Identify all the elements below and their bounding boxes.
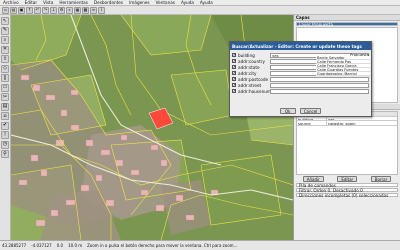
- field-checkbox[interactable]: ✔: [232, 59, 236, 63]
- ok-button[interactable]: Ok: [279, 108, 296, 114]
- layers-icon[interactable]: ≡: [90, 6, 97, 14]
- preferences-icon[interactable]: ⚙: [58, 6, 65, 14]
- imagery-icon[interactable]: ▩: [82, 6, 89, 14]
- delete-tag-button[interactable]: Borrar: [370, 176, 392, 182]
- menu-help-2[interactable]: Ayuda: [200, 0, 213, 5]
- upload-icon[interactable]: ↑: [26, 6, 33, 14]
- zoom-tool-icon[interactable]: ⌕: [1, 36, 9, 44]
- field-label: addr:city: [238, 70, 257, 76]
- cancel-button[interactable]: Cancel: [299, 108, 322, 114]
- incomplete-addresses-item[interactable]: Direcciones incompletas (0) seleccionada…: [296, 193, 398, 198]
- field-checkbox[interactable]: ✔: [232, 65, 236, 69]
- search-icon[interactable]: ⌕: [66, 6, 73, 14]
- field-label: addr:housenumber: [238, 88, 270, 94]
- edit-tags-dialog: Buscar/Actualizar - Editor: Create or up…: [229, 41, 372, 117]
- tag-value: catastro_spain: [328, 121, 356, 125]
- filter-tool-icon[interactable]: ⚲: [1, 150, 9, 158]
- menu-imagery[interactable]: Imágenes: [129, 0, 150, 5]
- latitude-readout: 43.2885277: [2, 243, 27, 248]
- menu-view[interactable]: Vista: [43, 0, 53, 5]
- suggestion-item[interactable]: Guardadopino (Barrio): [316, 72, 370, 76]
- layers-panel-title: Capas: [294, 15, 400, 21]
- undo-icon[interactable]: ↶: [34, 6, 41, 14]
- select-tool-icon[interactable]: ↖: [1, 17, 9, 25]
- tag-key: building: [297, 116, 327, 120]
- field-checkbox[interactable]: ✔: [232, 53, 236, 57]
- download-icon[interactable]: ↓: [50, 6, 57, 14]
- dialog-body: ✔ building yes ✔ addr:country ✔ addr:sta…: [230, 50, 371, 108]
- tool-sidebar: ↖ ✎ ⌕ ✕ ⇧ ◇ ∥ ▭ ✂ ▤ ⌂ ✔ ! ◷ ⚲: [0, 15, 11, 240]
- command-stack-item[interactable]: Pila de comandos: [296, 183, 398, 188]
- menu-presets[interactable]: Desbordantes: [94, 0, 123, 5]
- field-row: ✔ addr:housenumber: [232, 88, 369, 94]
- open-icon[interactable]: ▤: [10, 6, 17, 14]
- field-label: addr:country: [238, 58, 265, 64]
- layer-item[interactable]: Layer Propuesta: [296, 22, 398, 27]
- field-input[interactable]: [270, 88, 369, 94]
- history-tool-icon[interactable]: ◷: [1, 140, 9, 149]
- status-hint: Zoom in o pulsa el botón derecho para mo…: [87, 243, 238, 248]
- field-label: addr:postcode: [238, 76, 269, 82]
- menu-windows[interactable]: Ventanas: [156, 0, 175, 5]
- table-row[interactable]: source catastro_spain: [297, 121, 397, 126]
- field-checkbox[interactable]: ✔: [232, 83, 236, 87]
- main-toolbar: ▫ ▤ ▣ ↑ ↶ ↷ ↓ ⚙ ⌕ ▦ ▩ ≡ i: [0, 6, 400, 15]
- menu-edit[interactable]: Editar: [25, 0, 37, 5]
- properties-table: Etiqueta Valor building yes source catas…: [296, 111, 398, 175]
- field-label: addr:street: [238, 82, 262, 88]
- grid-icon[interactable]: ▦: [74, 6, 81, 14]
- new-icon[interactable]: ▫: [2, 6, 9, 14]
- field-row: ✔ addr:street: [232, 82, 369, 88]
- app-window: Archivo Editar Vista Herramientas Desbor…: [0, 0, 400, 250]
- check-tool-icon[interactable]: ✔: [1, 121, 9, 130]
- tag-value: yes: [328, 116, 335, 121]
- split-tool-icon[interactable]: ✂: [1, 93, 9, 101]
- filter-item[interactable]: Filtrar. Orden 0. Desactivado 0: [296, 188, 398, 193]
- warning-tool-icon[interactable]: !: [1, 131, 9, 139]
- draw-tool-icon[interactable]: ✎: [1, 26, 9, 35]
- field-row: ✔ addr:postcode: [232, 76, 369, 82]
- extrude-tool-icon[interactable]: ⇧: [1, 55, 9, 63]
- building-tool-icon[interactable]: ▭: [1, 83, 9, 92]
- properties-buttons: Añadir Editar Borrar: [296, 176, 398, 182]
- length-readout: 10.0 m: [68, 243, 83, 248]
- field-checkbox[interactable]: ✔: [232, 77, 236, 81]
- add-tag-button[interactable]: Añadir: [302, 176, 324, 182]
- menu-file[interactable]: Archivo: [3, 0, 19, 5]
- field-checkbox[interactable]: ✔: [232, 71, 236, 75]
- heading-readout: 0.0: [56, 243, 64, 248]
- menu-tools[interactable]: Herramientas: [59, 0, 88, 5]
- layer-toggle-icon[interactable]: ▤: [1, 102, 9, 111]
- tag-key: source: [297, 121, 327, 125]
- field-input[interactable]: [270, 82, 369, 88]
- field-label: building: [238, 52, 255, 58]
- improve-way-icon[interactable]: ◇: [1, 64, 9, 73]
- field-checkbox[interactable]: ✔: [232, 89, 236, 93]
- info-icon[interactable]: i: [98, 6, 105, 14]
- suggestion-list: Propuesta Barrio Salvador Calle Fernando…: [316, 52, 370, 76]
- tag-tool-icon[interactable]: ⌂: [1, 112, 9, 120]
- menu-help[interactable]: Ayuda: [181, 0, 194, 5]
- status-bar: 43.2885277 -4.037127 0.0 10.0 m Zoom in …: [0, 240, 400, 250]
- field-input[interactable]: [270, 76, 369, 82]
- save-icon[interactable]: ▣: [18, 6, 25, 14]
- redo-icon[interactable]: ↷: [42, 6, 49, 14]
- dialog-buttons: Ok Cancel: [230, 108, 371, 114]
- dialog-title: Buscar/Actualizar - Editor: Create or up…: [230, 42, 371, 50]
- parallel-tool-icon[interactable]: ∥: [1, 74, 9, 82]
- edit-tag-button[interactable]: Editar: [337, 176, 358, 182]
- field-label: addr:state: [238, 64, 260, 70]
- longitude-readout: -4.037127: [31, 243, 52, 248]
- delete-tool-icon[interactable]: ✕: [1, 45, 9, 54]
